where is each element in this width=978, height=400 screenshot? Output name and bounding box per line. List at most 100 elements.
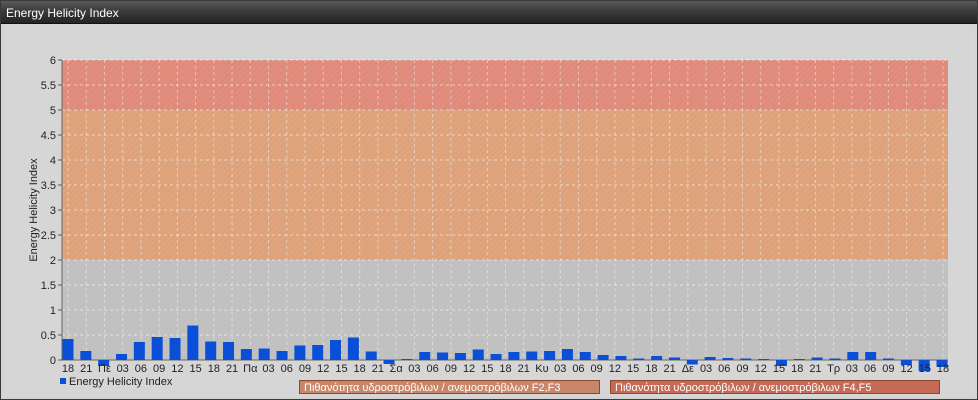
bar xyxy=(508,352,520,360)
x-tick-label: Σα xyxy=(390,363,404,375)
bar xyxy=(829,358,841,360)
x-tick-label: 09 xyxy=(445,363,457,375)
bar xyxy=(294,345,306,360)
y-tick-label: 2.5 xyxy=(41,230,56,242)
ehi-chart: 0 0.5 1 1.5 2 2.5 3 3.5 4 4.5 5 5.5 6 18 21 Πε 03 06 09 12 1… xyxy=(28,55,949,375)
y-tick-label: 4.5 xyxy=(41,130,56,142)
y-tick-label: 5 xyxy=(50,105,56,117)
x-tick-label: 09 xyxy=(591,363,603,375)
x-tick-label: 18 xyxy=(354,363,366,375)
bar xyxy=(454,353,466,360)
x-tick-label: 06 xyxy=(572,363,584,375)
x-tick-label: 12 xyxy=(171,363,183,375)
x-tick-label: 03 xyxy=(554,363,566,375)
x-tick-label: 18 xyxy=(208,363,220,375)
bar xyxy=(240,349,252,360)
y-tick-label: 3 xyxy=(50,205,56,217)
x-tick-label: 15 xyxy=(627,363,639,375)
x-tick-label: 09 xyxy=(882,363,894,375)
bar xyxy=(401,359,413,360)
x-tick-label: 12 xyxy=(609,363,621,375)
bar xyxy=(330,340,342,360)
bar xyxy=(133,342,145,360)
x-tick-label: 03 xyxy=(117,363,129,375)
probability-f2-f3-label: Πιθανότητα υδροστρόβιλων / ανεμοστρόβιλω… xyxy=(299,380,600,394)
x-tick-label: 09 xyxy=(299,363,311,375)
x-tick-label: 06 xyxy=(718,363,730,375)
bar xyxy=(490,354,502,360)
bar xyxy=(615,356,627,360)
bar xyxy=(865,352,877,360)
bar xyxy=(205,341,217,360)
x-tick-label: 06 xyxy=(135,363,147,375)
bar xyxy=(116,354,128,360)
bar xyxy=(597,355,609,360)
legend-item[interactable]: Energy Helicity Index xyxy=(60,376,172,388)
x-tick-label: 12 xyxy=(755,363,767,375)
bar xyxy=(579,352,591,360)
x-tick-label: 18 xyxy=(499,363,511,375)
bar xyxy=(526,351,538,360)
x-tick-label: 21 xyxy=(226,363,238,375)
x-tick-label: 12 xyxy=(900,363,912,375)
x-tick-label: 03 xyxy=(700,363,712,375)
y-tick-label: 0 xyxy=(50,355,56,367)
x-tick-label: 21 xyxy=(80,363,92,375)
x-tick-label: Δε xyxy=(682,363,694,375)
bar xyxy=(704,357,716,360)
y-tick-label: 6 xyxy=(50,55,56,67)
bar xyxy=(187,325,199,360)
x-tick-label: 06 xyxy=(281,363,293,375)
bar xyxy=(258,348,270,360)
x-tick-label: 18 xyxy=(791,363,803,375)
y-tick-label: 3.5 xyxy=(41,180,56,192)
x-tick-label: 12 xyxy=(317,363,329,375)
x-tick-label: 12 xyxy=(463,363,475,375)
y-tick-label: 5.5 xyxy=(41,80,56,92)
bar xyxy=(276,351,288,360)
bar xyxy=(811,357,823,360)
bar xyxy=(847,352,859,360)
bar xyxy=(437,352,449,360)
bar xyxy=(758,359,770,360)
bar xyxy=(793,359,805,360)
x-tick-label: 06 xyxy=(864,363,876,375)
x-tick-label: Τρ xyxy=(827,363,840,375)
y-axis-label: Energy Helicity Index xyxy=(28,158,40,262)
bar xyxy=(544,351,556,360)
x-tick-label: Πα xyxy=(243,363,258,375)
x-tick-label: 03 xyxy=(408,363,420,375)
x-tick-label: 18 xyxy=(937,363,949,375)
y-tick-label: 0.5 xyxy=(41,330,56,342)
legend-swatch xyxy=(60,378,66,384)
bar xyxy=(668,357,680,360)
x-tick-label: Κυ xyxy=(535,363,548,375)
y-tick-label: 2 xyxy=(50,255,56,267)
x-tick-label: 18 xyxy=(62,363,74,375)
x-tick-label: 18 xyxy=(645,363,657,375)
x-tick-label: 09 xyxy=(736,363,748,375)
bar xyxy=(169,338,181,360)
bar xyxy=(312,345,324,360)
x-tick-label: 09 xyxy=(153,363,165,375)
bar xyxy=(651,356,663,360)
x-tick-label: 15 xyxy=(481,363,493,375)
x-tick-label: 21 xyxy=(372,363,384,375)
probability-f4-f5-label: Πιθανότητα υδροστρόβιλων / ανεμοστρόβιλω… xyxy=(610,380,940,394)
bar xyxy=(882,358,894,360)
y-tick-label: 1 xyxy=(50,305,56,317)
y-tick-label: 1.5 xyxy=(41,280,56,292)
x-tick-label: 06 xyxy=(426,363,438,375)
x-tick-label: 15 xyxy=(919,363,931,375)
bar xyxy=(472,349,484,360)
x-tick-label: 15 xyxy=(773,363,785,375)
bar xyxy=(347,337,359,360)
x-tick-label: 21 xyxy=(663,363,675,375)
x-tick-label: Πε xyxy=(98,363,111,375)
bar xyxy=(419,352,431,360)
bar xyxy=(740,358,752,360)
bar xyxy=(561,349,573,360)
bar xyxy=(722,358,734,360)
bar xyxy=(62,339,74,360)
x-tick-label: 03 xyxy=(846,363,858,375)
